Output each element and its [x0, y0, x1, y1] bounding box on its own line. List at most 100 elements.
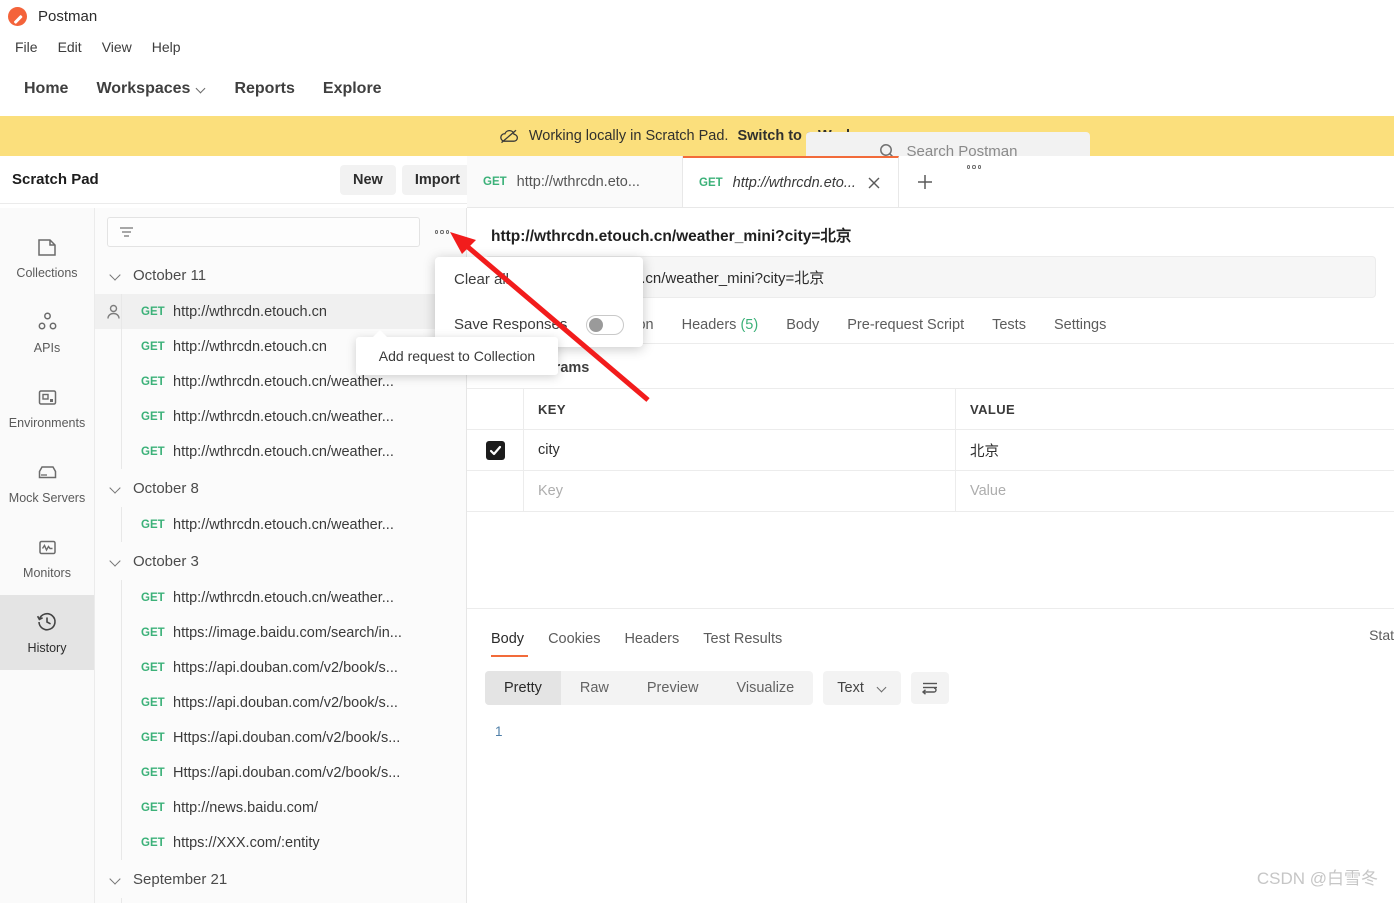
method-label: GET	[141, 661, 165, 674]
list-item[interactable]: GET Https://api.douban.com/v2/book/s...	[95, 755, 466, 790]
view-mode-preview[interactable]: Preview	[628, 671, 718, 705]
tab-headers-label: Headers	[681, 317, 737, 333]
history-sidebar: October 11 GET http://wthrcdn.etouch.cn	[95, 208, 530, 903]
chevron-down-icon	[111, 874, 121, 884]
watermark: CSDN @白雪冬	[1256, 869, 1378, 888]
table-row: city 北京	[467, 430, 1394, 471]
rail-label-mock-servers: Mock Servers	[8, 490, 86, 505]
word-wrap-icon[interactable]	[910, 672, 949, 704]
method-label: GET	[141, 445, 165, 458]
history-group-date: October 8	[133, 479, 199, 497]
request-url-label: https://image.baidu.com/search/in...	[173, 624, 402, 641]
sidebar-filter-row	[95, 208, 466, 256]
request-url-label: http://wthrcdn.etouch.cn/weather...	[173, 408, 394, 425]
import-button[interactable]: Import	[401, 164, 473, 195]
tab-headers[interactable]: Headers (5)	[668, 317, 773, 343]
nav-home[interactable]: Home	[10, 74, 82, 104]
list-item[interactable]: GET https://api.douban.com/v2/book/s...	[95, 685, 466, 720]
tab-tests-label: Tests	[992, 317, 1026, 333]
save-responses-toggle[interactable]	[586, 314, 624, 335]
nav-explore-label: Explore	[322, 80, 382, 97]
list-item[interactable]: GET https://XXX.com/:entity	[95, 825, 466, 860]
response-tab-test-results[interactable]: Test Results	[691, 631, 794, 657]
rail-item-mock-servers[interactable]: Mock Servers	[0, 445, 94, 520]
history-group-header[interactable]: October 11	[95, 256, 466, 294]
history-clock-icon	[35, 610, 59, 634]
list-item[interactable]: GET https://image.baidu.com/search/in...	[95, 615, 466, 650]
menu-file[interactable]: File	[6, 36, 47, 58]
menu-item-clear-all[interactable]: Clear all	[435, 257, 643, 302]
method-label: GET	[141, 626, 165, 639]
list-item[interactable]: GET Https://api.douban.com/v2/book/s...	[95, 720, 466, 755]
row-checkbox-cell-empty[interactable]	[467, 471, 524, 511]
method-label: GET	[483, 175, 507, 188]
title-bar: Postman	[0, 0, 1394, 32]
request-url-label: https://XXX.com/:entity	[173, 834, 320, 851]
tab-tests[interactable]: Tests	[978, 317, 1040, 343]
view-mode-raw[interactable]: Raw	[561, 671, 628, 705]
history-group-date: October 11	[133, 266, 207, 284]
collections-icon	[36, 236, 59, 259]
list-item[interactable]	[95, 898, 466, 903]
history-group-header[interactable]: October 3	[95, 542, 466, 580]
param-key-input[interactable]: city	[524, 430, 956, 470]
tab-body-label: Body	[786, 317, 820, 333]
list-item[interactable]: GET http://wthrcdn.etouch.cn/weather...	[95, 507, 466, 542]
menu-edit[interactable]: Edit	[49, 36, 91, 58]
view-mode-pretty[interactable]: Pretty	[485, 671, 561, 705]
history-options-menu: Clear all Save Responses	[435, 257, 643, 347]
param-value-input[interactable]: 北京	[956, 430, 1394, 470]
method-label: GET	[141, 591, 165, 604]
list-item[interactable]: GET https://api.douban.com/v2/book/s...	[95, 650, 466, 685]
request-url-label: http://news.baidu.com/	[173, 799, 319, 816]
table-header-row: KEY VALUE	[467, 389, 1394, 430]
nav-reports[interactable]: Reports	[220, 74, 308, 104]
request-tab[interactable]: GET http://wthrcdn.eto...	[467, 156, 683, 207]
header-value: VALUE	[970, 401, 1016, 417]
list-item[interactable]: GET http://wthrcdn.etouch.cn	[95, 294, 530, 329]
checkmark-icon[interactable]	[485, 440, 505, 460]
param-value-input-empty[interactable]: Value	[956, 471, 1394, 511]
menu-help[interactable]: Help	[143, 36, 190, 58]
new-tab-button[interactable]	[899, 156, 951, 207]
request-url-label: http://wthrcdn.etouch.cn	[173, 338, 327, 355]
history-group-header[interactable]: September 21	[95, 860, 466, 898]
tab-settings-label: Settings	[1053, 317, 1107, 333]
history-group-header[interactable]: October 8	[95, 469, 466, 507]
response-tab-headers[interactable]: Headers	[612, 631, 691, 657]
tab-body[interactable]: Body	[772, 317, 833, 343]
tab-pre-request-script[interactable]: Pre-request Script	[833, 317, 978, 343]
list-item[interactable]: GET http://wthrcdn.etouch.cn/weather...	[95, 399, 466, 434]
rail-item-apis[interactable]: APIs	[0, 295, 94, 370]
request-url-label: http://wthrcdn.etouch.cn/weather...	[173, 373, 394, 390]
nav-workspaces[interactable]: Workspaces	[82, 74, 220, 104]
view-mode-visualize[interactable]: Visualize	[717, 671, 813, 705]
format-select[interactable]: Text	[823, 671, 901, 705]
list-item[interactable]: GET http://wthrcdn.etouch.cn/weather...	[95, 580, 466, 615]
menu-view[interactable]: View	[93, 36, 141, 58]
nav-explore[interactable]: Explore	[309, 74, 396, 104]
rail-item-environments[interactable]: Environments	[0, 370, 94, 445]
history-options-icon[interactable]	[430, 221, 454, 243]
request-tab-active[interactable]: GET http://wthrcdn.eto...	[683, 156, 899, 207]
list-item[interactable]: GET http://wthrcdn.etouch.cn/weather...	[95, 434, 466, 469]
chevron-down-icon	[111, 483, 121, 493]
method-label: GET	[141, 696, 165, 709]
tab-settings[interactable]: Settings	[1040, 317, 1120, 343]
response-tab-body[interactable]: Body	[485, 631, 536, 657]
rail-item-collections[interactable]: Collections	[0, 220, 94, 295]
response-body-viewer[interactable]: 1	[467, 705, 1394, 741]
rail-item-monitors[interactable]: Monitors	[0, 520, 94, 595]
rail-item-history[interactable]: History	[0, 595, 94, 670]
environments-icon	[36, 386, 59, 409]
workspace-actions: New Import	[340, 164, 473, 195]
close-icon[interactable]	[866, 175, 882, 191]
param-key-input-empty[interactable]: Key	[524, 471, 956, 511]
response-tab-cookies[interactable]: Cookies	[536, 631, 612, 657]
tab-options-icon[interactable]	[951, 156, 997, 178]
list-item[interactable]: GET http://news.baidu.com/	[95, 790, 466, 825]
rail-label-monitors: Monitors	[23, 565, 71, 580]
filter-input[interactable]	[107, 217, 420, 247]
main-navigation: Home Workspaces Reports Explore Search P…	[0, 62, 1394, 170]
new-button[interactable]: New	[340, 164, 396, 195]
